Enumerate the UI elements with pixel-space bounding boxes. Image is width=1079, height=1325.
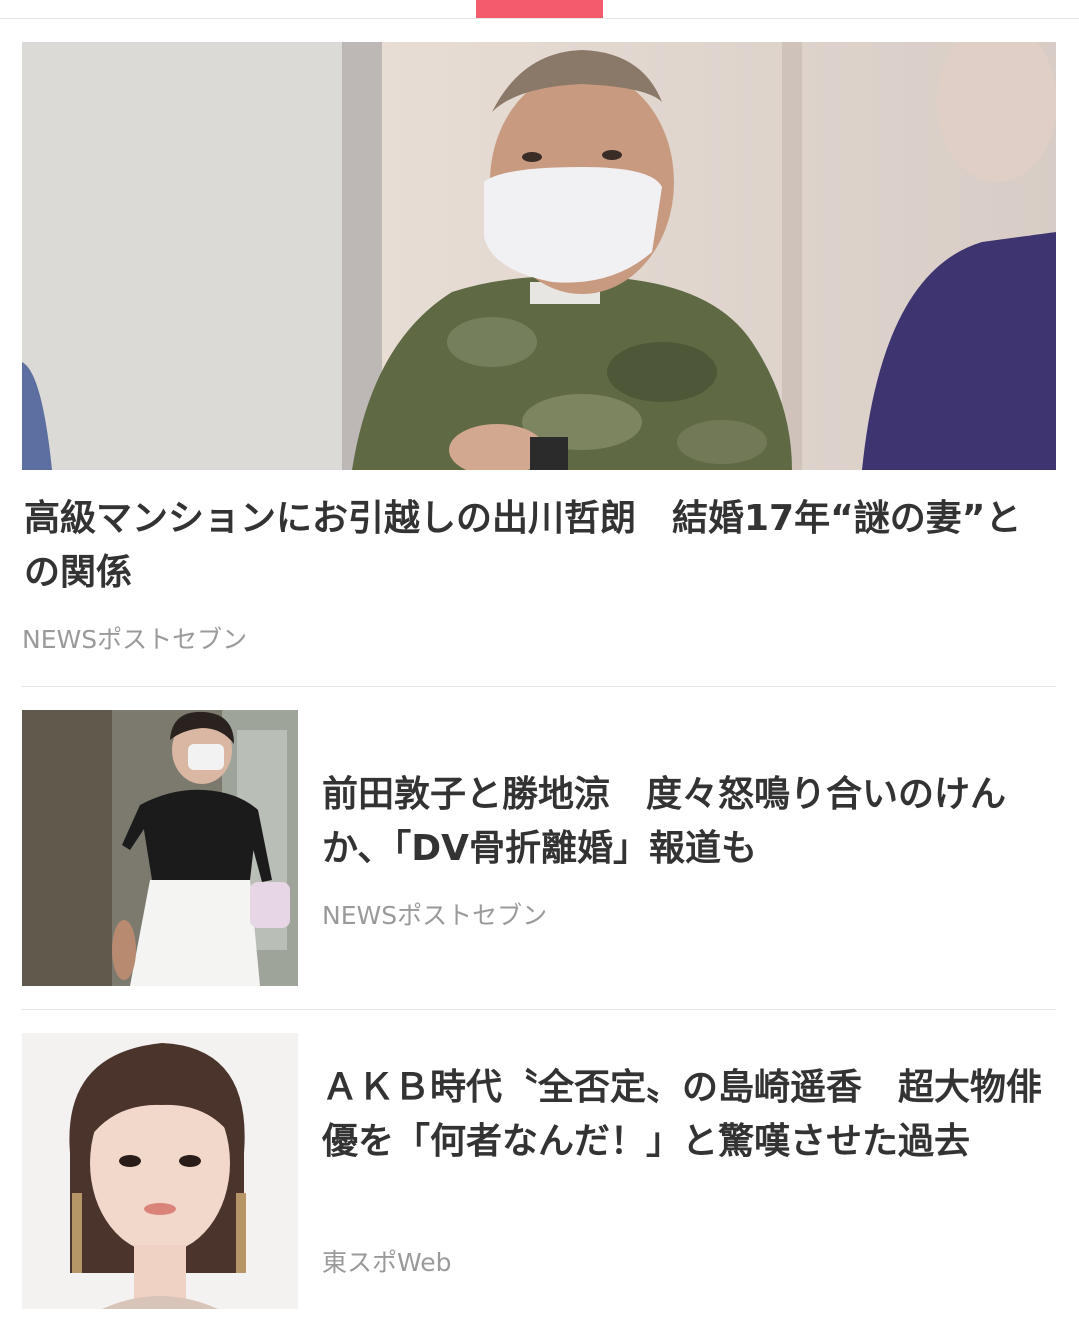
article-thumbnail bbox=[22, 710, 298, 986]
article-divider bbox=[22, 686, 1056, 687]
article-thumbnail bbox=[22, 1033, 298, 1309]
hero-article[interactable]: 高級マンションにお引越しの出川哲朗 結婚17年“謎の妻”との関係 NEWSポスト… bbox=[22, 42, 1056, 686]
hero-article-title: 高級マンションにお引越しの出川哲朗 結婚17年“謎の妻”との関係 bbox=[24, 498, 1022, 593]
active-tab-indicator bbox=[476, 0, 603, 18]
hero-article-source: NEWSポストセブン bbox=[22, 625, 248, 654]
article-divider bbox=[22, 1009, 1056, 1010]
article-title: ＡＫＢ時代〝全否定〟の島崎遥香 超大物俳優を「何者なんだ！」と驚嘆させた過去 bbox=[322, 1067, 1043, 1162]
hero-article-photo bbox=[22, 42, 1056, 470]
article-source: NEWSポストセブン bbox=[322, 901, 548, 930]
article-item[interactable]: 前田敦子と勝地涼 度々怒鳴り合いのけんか、「DV骨折離婚」報道も NEWSポスト… bbox=[22, 710, 1056, 986]
article-source: 東スポWeb bbox=[322, 1248, 452, 1277]
article-item[interactable]: ＡＫＢ時代〝全否定〟の島崎遥香 超大物俳優を「何者なんだ！」と驚嘆させた過去 東… bbox=[22, 1033, 1056, 1309]
article-title: 前田敦子と勝地涼 度々怒鳴り合いのけんか、「DV骨折離婚」報道も bbox=[322, 774, 1007, 869]
top-tab-bar bbox=[0, 0, 1079, 19]
